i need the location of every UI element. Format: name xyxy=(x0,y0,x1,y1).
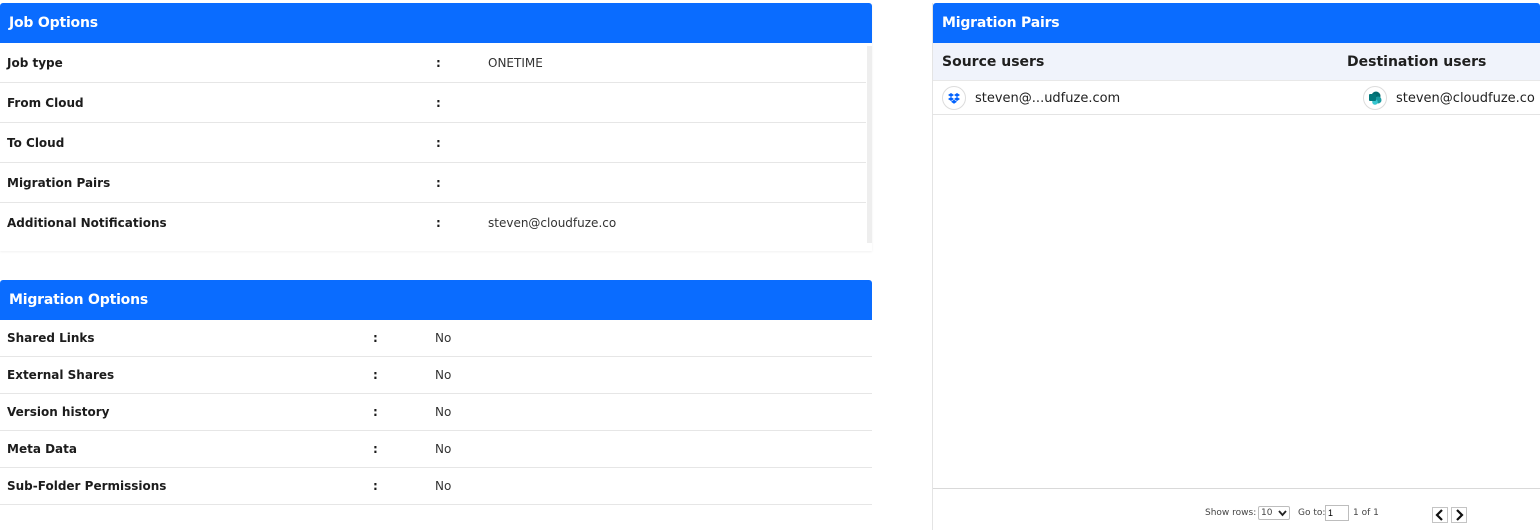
job-options-scrollbar[interactable] xyxy=(867,46,872,243)
job-option-row: From Cloud : xyxy=(0,83,866,123)
rows-per-page-select[interactable]: 10 xyxy=(1258,506,1290,520)
destination-user-email: steven@cloudfuze.co xyxy=(1396,90,1535,106)
destination-user-cell: steven@cloudfuze.co xyxy=(1363,86,1535,110)
chevron-left-icon xyxy=(1435,509,1443,521)
from-cloud-label: From Cloud xyxy=(7,95,84,110)
job-options-title: Job Options xyxy=(0,3,872,43)
migration-pairs-panel: Migration Pairs Source users Destination… xyxy=(932,3,1540,530)
version-history-value: No xyxy=(435,405,452,419)
migration-pairs-label: Migration Pairs xyxy=(7,175,111,190)
shared-links-value: No xyxy=(435,331,452,345)
separator: : xyxy=(373,479,378,493)
sub-folder-permissions-value: No xyxy=(435,479,452,493)
migration-options-panel: Migration Options Shared Links : No Exte… xyxy=(0,280,872,530)
goto-page-input[interactable] xyxy=(1325,505,1349,521)
job-type-label: Job type xyxy=(7,55,63,70)
separator: : xyxy=(436,55,441,70)
migration-options-list: Shared Links : No External Shares : No V… xyxy=(0,320,872,505)
additional-notifications-label: Additional Notifications xyxy=(7,215,167,230)
sub-folder-permissions-label: Sub-Folder Permissions xyxy=(7,479,167,493)
migration-option-row: Shared Links : No xyxy=(0,320,872,357)
external-shares-label: External Shares xyxy=(7,368,115,382)
separator: : xyxy=(436,175,441,190)
migration-option-row: Version history : No xyxy=(0,394,872,431)
separator: : xyxy=(436,215,441,230)
dropbox-icon xyxy=(942,86,966,110)
source-user-email: steven@...udfuze.com xyxy=(975,90,1121,106)
source-user-cell: steven@...udfuze.com xyxy=(942,86,1120,110)
separator: : xyxy=(373,405,378,419)
shared-links-label: Shared Links xyxy=(7,331,95,345)
to-cloud-label: To Cloud xyxy=(7,135,65,150)
job-option-row: Migration Pairs : xyxy=(0,163,866,203)
external-shares-value: No xyxy=(435,368,452,382)
job-option-row: Job type : ONETIME xyxy=(0,43,866,83)
job-option-row: Additional Notifications : steven@cloudf… xyxy=(0,203,866,242)
separator: : xyxy=(373,368,378,382)
next-page-button[interactable] xyxy=(1451,507,1467,523)
table-row[interactable]: steven@...udfuze.com steven@cloudfuze.co xyxy=(933,80,1540,115)
chevron-right-icon xyxy=(1456,509,1464,521)
migration-option-row: External Shares : No xyxy=(0,357,872,394)
show-rows-label: Show rows: xyxy=(1205,508,1257,518)
separator: : xyxy=(373,442,378,456)
source-users-header: Source users xyxy=(942,53,1045,70)
job-type-value: ONETIME xyxy=(488,55,543,70)
separator: : xyxy=(436,95,441,110)
goto-label: Go to: xyxy=(1298,508,1326,518)
job-option-row: To Cloud : xyxy=(0,123,866,163)
meta-data-value: No xyxy=(435,442,452,456)
pagination-bar: Show rows: 10 Go to: 1 of 1 xyxy=(933,488,1540,531)
pairs-column-header: Source users Destination users xyxy=(933,43,1540,80)
migration-pairs-title: Migration Pairs xyxy=(933,3,1540,43)
previous-page-button[interactable] xyxy=(1432,507,1448,523)
additional-notifications-value: steven@cloudfuze.co xyxy=(488,215,617,230)
version-history-label: Version history xyxy=(7,405,110,419)
job-options-panel: Job Options Job type : ONETIME From Clou… xyxy=(0,3,872,251)
migration-options-title: Migration Options xyxy=(0,280,872,320)
rows-per-page-value: 10 xyxy=(1261,508,1273,518)
meta-data-label: Meta Data xyxy=(7,442,77,456)
chevron-down-icon xyxy=(1278,507,1287,522)
migration-option-row: Meta Data : No xyxy=(0,431,872,468)
separator: : xyxy=(373,331,378,345)
migration-option-row: Sub-Folder Permissions : No xyxy=(0,468,872,505)
destination-users-header: Destination users xyxy=(1347,53,1487,70)
separator: : xyxy=(436,135,441,150)
job-options-list: Job type : ONETIME From Cloud : To Cloud… xyxy=(0,43,866,242)
page-info: 1 of 1 xyxy=(1353,508,1379,518)
sharepoint-icon xyxy=(1363,86,1387,110)
